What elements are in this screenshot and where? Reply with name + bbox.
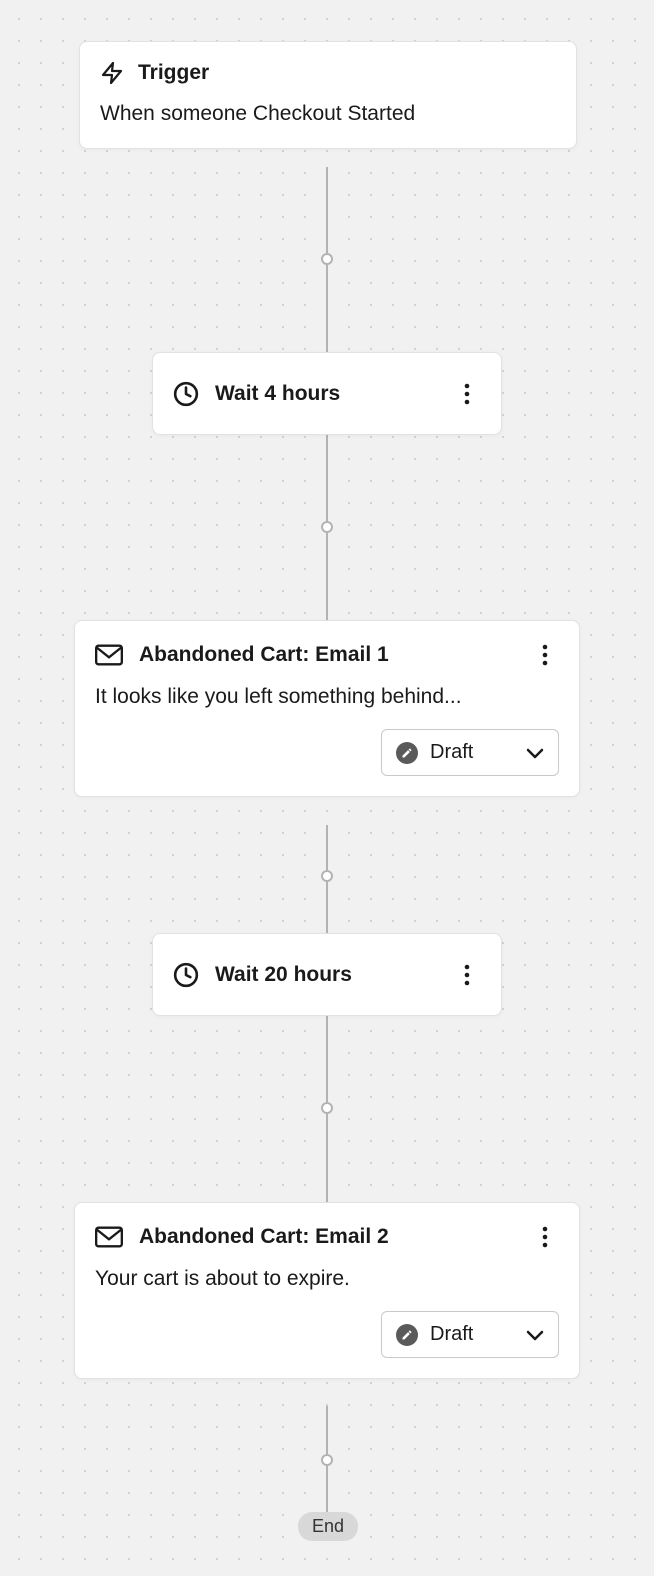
more-vertical-icon xyxy=(542,644,548,666)
envelope-icon xyxy=(95,644,123,666)
connector-dot xyxy=(321,1102,333,1114)
clock-icon xyxy=(173,962,199,988)
connector-dot xyxy=(321,870,333,882)
lightning-icon xyxy=(100,60,124,86)
end-badge: End xyxy=(298,1512,358,1541)
chevron-down-icon xyxy=(526,747,544,759)
status-label: Draft xyxy=(430,741,514,764)
status-dropdown[interactable]: Draft xyxy=(381,729,559,776)
wait-step-card[interactable]: Wait 4 hours xyxy=(152,352,502,435)
email-step-card[interactable]: Abandoned Cart: Email 1 It looks like yo… xyxy=(74,620,580,797)
connector-dot xyxy=(321,1454,333,1466)
envelope-icon xyxy=(95,1226,123,1248)
more-menu-button[interactable] xyxy=(453,380,481,408)
pencil-circle-icon xyxy=(396,1324,418,1346)
email-subject: Your cart is about to expire. xyxy=(95,1267,559,1291)
wait-label: Wait 20 hours xyxy=(215,963,453,987)
email-title: Abandoned Cart: Email 2 xyxy=(139,1225,531,1249)
connector-dot xyxy=(321,253,333,265)
wait-label: Wait 4 hours xyxy=(215,382,453,406)
more-vertical-icon xyxy=(464,383,470,405)
email-title: Abandoned Cart: Email 1 xyxy=(139,643,531,667)
more-menu-button[interactable] xyxy=(453,961,481,989)
trigger-card[interactable]: Trigger When someone Checkout Started xyxy=(79,41,577,149)
more-menu-button[interactable] xyxy=(531,641,559,669)
chevron-down-icon xyxy=(526,1329,544,1341)
email-step-card[interactable]: Abandoned Cart: Email 2 Your cart is abo… xyxy=(74,1202,580,1379)
pencil-circle-icon xyxy=(396,742,418,764)
status-label: Draft xyxy=(430,1323,514,1346)
trigger-title: Trigger xyxy=(138,61,209,85)
connector-dot xyxy=(321,521,333,533)
more-vertical-icon xyxy=(542,1226,548,1248)
wait-step-card[interactable]: Wait 20 hours xyxy=(152,933,502,1016)
trigger-description: When someone Checkout Started xyxy=(100,102,556,126)
status-dropdown[interactable]: Draft xyxy=(381,1311,559,1358)
more-vertical-icon xyxy=(464,964,470,986)
more-menu-button[interactable] xyxy=(531,1223,559,1251)
clock-icon xyxy=(173,381,199,407)
email-subject: It looks like you left something behind.… xyxy=(95,685,559,709)
